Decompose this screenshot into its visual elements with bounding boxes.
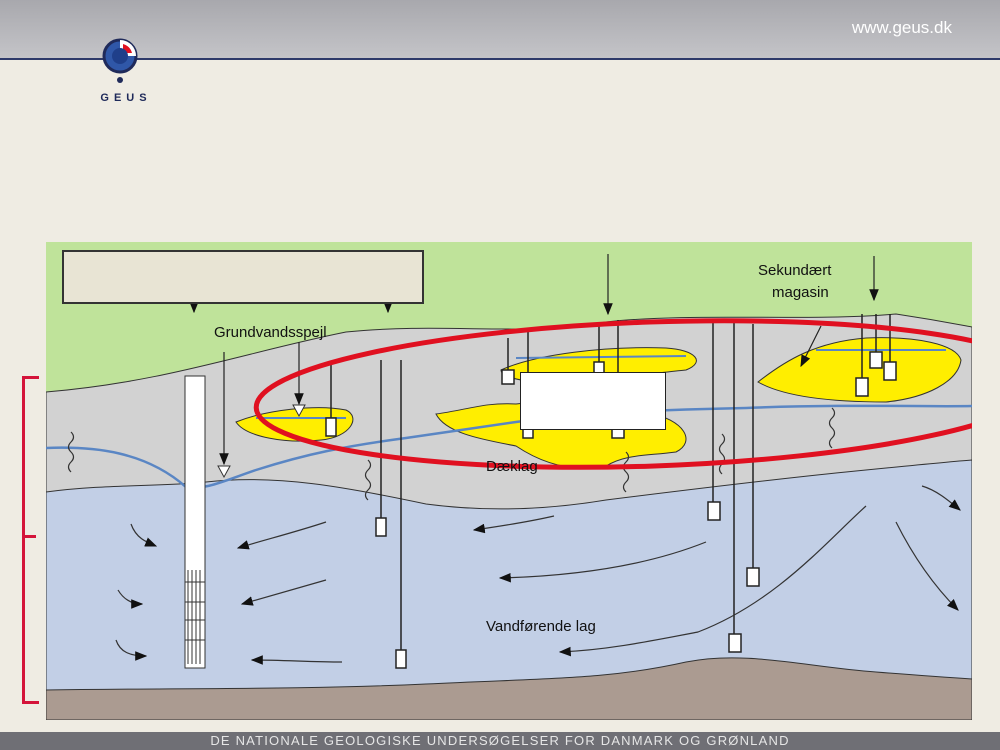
blank-label-box [62,250,424,304]
label-secondary-reservoir-1: Sekundært [758,262,832,279]
depth-bracket-tick [22,535,36,538]
geus-logo-icon [102,38,138,83]
white-label-box [520,372,666,430]
geus-logo: GEUS [96,36,156,106]
label-secondary-reservoir-2: magasin [772,284,829,301]
depth-bracket [22,376,39,704]
footer-bar: DE NATIONALE GEOLOGISKE UNDERSØGELSER FO… [0,732,1000,750]
label-cover-layer: Dæklag [486,458,538,475]
website-url[interactable]: www.geus.dk [852,18,952,38]
groundwater-diagram: Grundvandsspejl Sekundært magasin Dæklag… [45,242,1000,721]
label-groundwater-table: Grundvandsspejl [214,324,327,341]
logo-text: GEUS [100,92,152,104]
cross-section-svg [45,242,1000,721]
label-aquifer: Vandførende lag [486,618,596,635]
